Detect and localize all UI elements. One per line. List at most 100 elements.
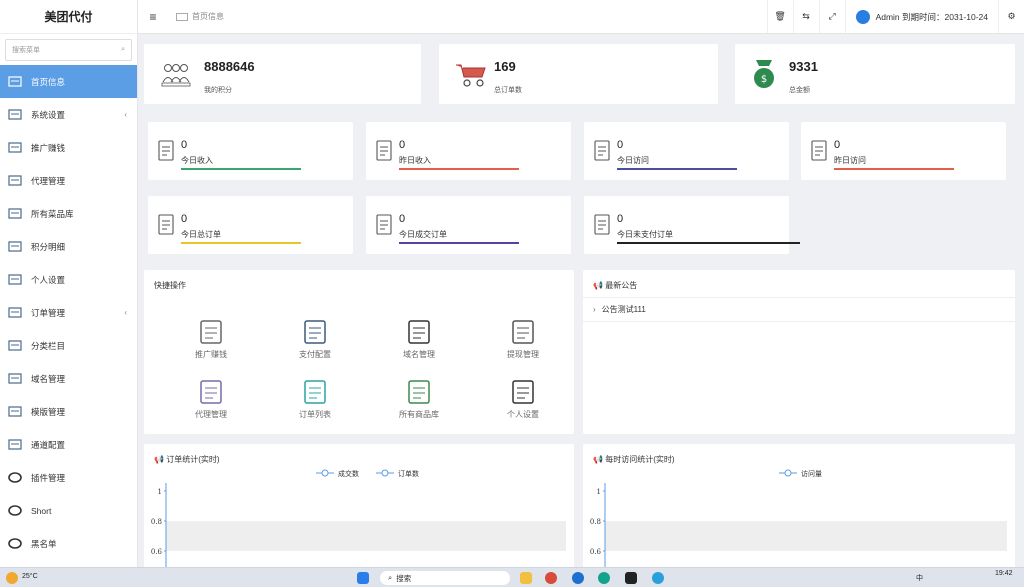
sidebar-item-label: 通道配置 [31, 439, 66, 450]
stat-card-small: 0 昨日访问 [801, 122, 1006, 180]
sidebar-item-label: 首页信息 [31, 76, 66, 87]
legend-marker [381, 469, 389, 477]
sidebar-item[interactable]: 推广赚钱 [0, 131, 137, 164]
sidebar-item[interactable]: 通道配置 [0, 428, 137, 461]
trash-icon[interactable]: 🗑 [766, 0, 793, 33]
breadcrumb[interactable]: 首页信息 [168, 11, 224, 22]
settings-icon [8, 109, 22, 120]
search-icon: ⌕ [121, 46, 125, 53]
y-tick-label: 0.6 [590, 548, 602, 556]
stat-value: 0 [181, 139, 188, 151]
stat-value: 0 [617, 139, 624, 151]
sidebar-item[interactable]: 所有菜品库 [0, 197, 137, 230]
app-root: 美团代付 搜索菜单 ⌕ 首页信息 系统设置 ‹ 推广赚钱 代理管理 所有菜品库 积分明细 个人… [0, 0, 1024, 587]
weather-icon [6, 572, 18, 584]
stat-underline [181, 168, 301, 170]
sidebar-item[interactable]: 黑名单 [0, 527, 137, 560]
stat-value: 0 [617, 213, 624, 225]
menu-toggle-icon[interactable]: ≡ [138, 10, 168, 24]
user-info[interactable]: Admin 到期时间：2031-10-24 [844, 0, 998, 33]
legend-label: 成交数 [338, 469, 359, 478]
blacklist-icon [8, 538, 22, 549]
money-bag-icon [196, 318, 226, 346]
visit-chart-panel: 📢 每时访问统计(实时) 1 0.8 0.6 访问量 [583, 444, 1015, 567]
menu-search-input[interactable]: 搜索菜单 ⌕ [5, 39, 132, 61]
weather-temp[interactable]: 25°C [22, 573, 38, 580]
home-tab-icon [176, 12, 188, 21]
quick-action-label: 提现管理 [507, 350, 539, 359]
quick-action[interactable]: 支付配置 [275, 318, 355, 360]
quick-actions-panel: 快捷操作 推广赚钱 支付配置 域名管理 提现管理 代理管理 订单列表 所有商品库 个人设置 [144, 270, 574, 434]
sidebar-item-label: 系统设置 [31, 109, 66, 120]
stat-card-small: 0 今日访问 [584, 122, 789, 180]
quick-action[interactable]: 提现管理 [483, 318, 563, 360]
taskbar-search[interactable]: ⌕ 搜索 [380, 571, 510, 585]
sidebar-item-label: 推广赚钱 [31, 142, 66, 153]
order-chart-title-text: 订单统计(实时) [166, 455, 220, 464]
sidebar-item[interactable]: Short [0, 494, 137, 527]
stat-card-amount: $ 9331 总金额 [735, 44, 1015, 104]
stat-card-small: 0 今日总订单 [148, 196, 353, 254]
sidebar-item[interactable]: 分类栏目 [0, 329, 137, 362]
sidebar-item[interactable]: 域名管理 [0, 362, 137, 395]
sidebar-item-label: 域名管理 [31, 373, 66, 384]
stat-value: 8888646 [204, 59, 255, 74]
sidebar-item[interactable]: 订单管理 ‹ [0, 296, 137, 329]
order-cart-icon [300, 378, 330, 406]
quick-action[interactable]: 所有商品库 [379, 378, 459, 420]
settings-gear-icon[interactable]: ⚙ [998, 0, 1024, 33]
qq-icon[interactable] [625, 572, 637, 584]
windows-start-icon[interactable] [357, 572, 369, 584]
stat-card-orders: 169 总订单数 [439, 44, 718, 104]
monitor-icon [8, 76, 22, 87]
category-icon [8, 340, 22, 351]
quick-action[interactable]: 代理管理 [171, 378, 251, 420]
sidebar-item[interactable]: 积分明细 [0, 230, 137, 263]
main-content: 8888646 我的积分 169 总订单数 $ 9331 总金额 0 今日收入 0 昨… [138, 34, 1024, 567]
stat-underline [181, 242, 301, 244]
sidebar-item-label: 代理管理 [31, 175, 66, 186]
money-bag-icon: $ [754, 60, 774, 88]
quick-action[interactable]: 域名管理 [379, 318, 459, 360]
edge-icon[interactable] [598, 572, 610, 584]
payment-config-icon [300, 318, 330, 346]
sidebar-item[interactable]: 代理管理 [0, 164, 137, 197]
sidebar-item[interactable]: 插件管理 [0, 461, 137, 494]
quick-action-label: 代理管理 [195, 410, 227, 419]
quick-action[interactable]: 订单列表 [275, 378, 355, 420]
telegram-icon[interactable] [652, 572, 664, 584]
quick-action[interactable]: 推广赚钱 [171, 318, 251, 360]
chrome-icon[interactable] [545, 572, 557, 584]
search-icon: ⌕ [388, 573, 393, 582]
sidebar-item[interactable]: 模版管理 [0, 395, 137, 428]
success-order-icon [376, 214, 392, 235]
sidebar-item[interactable]: 个人设置 [0, 263, 137, 296]
stat-value: 0 [399, 213, 406, 225]
legend-marker [784, 469, 792, 477]
quick-action-label: 个人设置 [507, 410, 539, 419]
y-tick-label: 0.8 [151, 518, 162, 526]
sidebar-item-label: 模版管理 [31, 406, 66, 417]
sidebar-item-label: 插件管理 [31, 472, 66, 483]
shopping-cart-icon [456, 64, 486, 87]
grid-band [166, 521, 566, 551]
agent-server-icon [196, 378, 226, 406]
sidebar-item[interactable]: 首页信息 [0, 65, 137, 98]
clock[interactable]: 19:42 [995, 570, 1013, 577]
legend-label: 订单数 [398, 469, 419, 478]
sidebar-item[interactable]: 系统设置 ‹ [0, 98, 137, 131]
browser-icon[interactable] [572, 572, 584, 584]
notice-item[interactable]: › 公告测试111 [583, 297, 1015, 322]
people-money-icon [161, 64, 191, 87]
translate-icon[interactable]: ⇆ [792, 0, 819, 33]
points-icon [8, 241, 22, 252]
fullscreen-icon[interactable]: ⤢ [818, 0, 845, 33]
stat-underline [617, 242, 800, 244]
globe-gear-icon [404, 378, 434, 406]
file-explorer-icon[interactable] [520, 572, 532, 584]
quick-action[interactable]: 个人设置 [483, 378, 563, 420]
ime-indicator[interactable]: 中 [916, 573, 923, 583]
quick-action-label: 推广赚钱 [195, 350, 227, 359]
order-chart-title: 📢 订单统计(实时) [154, 454, 220, 465]
os-taskbar: 25°C ⌕ 搜索 中 19:42 [0, 567, 1024, 587]
